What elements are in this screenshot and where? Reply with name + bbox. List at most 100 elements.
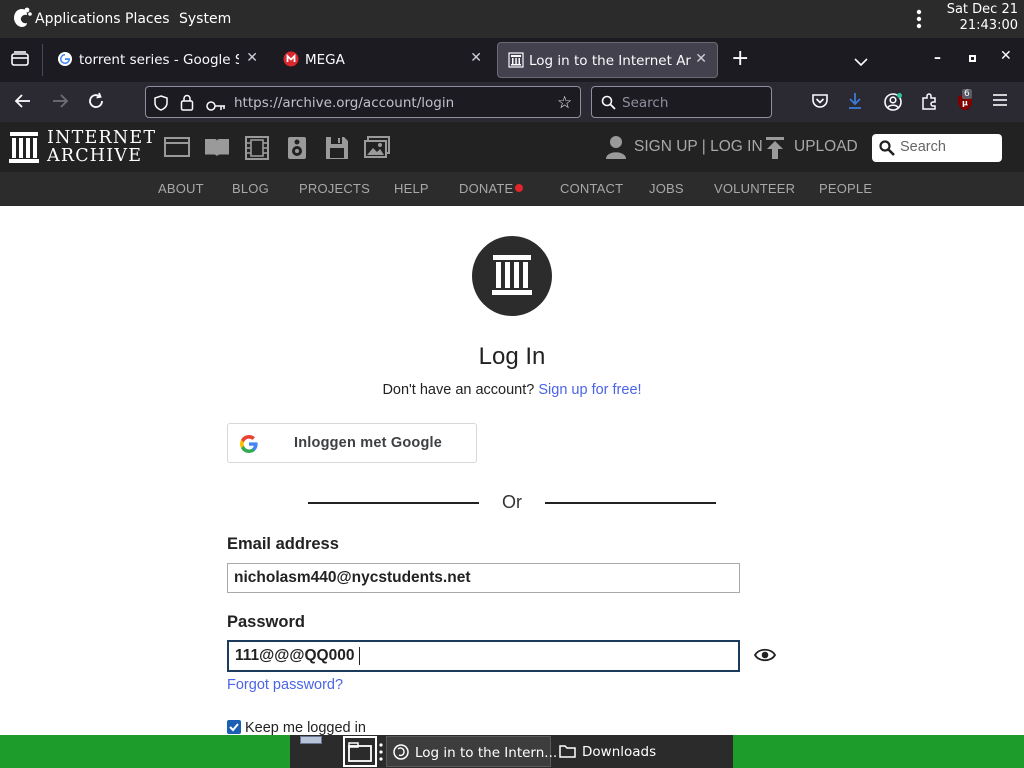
donate-heart-icon	[515, 184, 523, 192]
close-window-icon[interactable]: ✕	[1000, 48, 1012, 64]
ia-header: INTERNET ARCHIVE SIGN UP | LOG IN UPLOAD…	[0, 122, 1024, 172]
tab-title: Log in to the Internet Archiv	[529, 53, 691, 69]
minimize-icon[interactable]: –	[934, 50, 941, 66]
tab-separator	[42, 44, 43, 76]
nav-blog[interactable]: BLOG	[232, 181, 269, 196]
nav-donate[interactable]: DONATE	[459, 181, 513, 196]
software-icon[interactable]	[325, 136, 349, 164]
signup-link[interactable]: Sign up for free!	[538, 382, 641, 398]
images-icon[interactable]	[364, 136, 390, 162]
gnome-top-panel: Applications Places System Sat Dec 21 21…	[0, 0, 1024, 38]
panel-overflow-icon[interactable]	[916, 9, 922, 33]
email-field[interactable]: nicholasm440@nycstudents.net	[227, 563, 740, 593]
account-icon[interactable]	[883, 92, 903, 117]
maximize-icon[interactable]	[969, 55, 976, 62]
mega-favicon-icon	[283, 51, 299, 71]
ia-search-placeholder: Search	[900, 139, 946, 155]
password-value: 111@@@QQ000	[235, 647, 355, 664]
back-icon[interactable]	[14, 92, 32, 115]
reload-icon[interactable]	[87, 92, 105, 115]
close-tab-icon[interactable]: ✕	[470, 50, 482, 66]
upload-link[interactable]: UPLOAD	[794, 138, 858, 156]
nav-about[interactable]: ABOUT	[158, 181, 204, 196]
ia-logo-icon[interactable]	[9, 131, 39, 167]
email-label: Email address	[227, 535, 339, 553]
tab-title: torrent series - Google Sear	[79, 52, 239, 68]
task-browser-window[interactable]: Log in to the Intern...	[386, 736, 557, 767]
clock-time: 21:43:00	[959, 18, 1018, 33]
panel-clock[interactable]: Sat Dec 21 21:43:00	[947, 2, 1018, 34]
menu-system[interactable]: System	[179, 11, 231, 27]
signup-prompt: Don't have an account? Sign up for free!	[0, 382, 1024, 398]
forward-icon[interactable]	[51, 92, 69, 115]
extensions-icon[interactable]	[920, 92, 938, 115]
bookmark-star-icon[interactable]: ☆	[557, 93, 572, 113]
downloads-icon[interactable]	[847, 92, 863, 115]
nav-people[interactable]: PEOPLE	[819, 181, 872, 196]
show-password-eye-icon[interactable]	[753, 647, 777, 668]
keep-logged-in-label[interactable]: Keep me logged in	[245, 720, 366, 736]
svg-text:μ: μ	[962, 99, 968, 108]
show-desktop-icon[interactable]	[343, 736, 377, 767]
lock-icon[interactable]	[180, 94, 194, 115]
tasklist-handle-icon[interactable]	[379, 743, 383, 765]
new-tab-icon[interactable]: +	[731, 47, 749, 71]
task-downloads-window[interactable]: Downloads	[554, 736, 724, 767]
texts-icon[interactable]	[204, 136, 230, 162]
web-icon[interactable]	[164, 136, 190, 162]
list-all-tabs-icon[interactable]	[854, 52, 868, 71]
shield-icon[interactable]	[154, 95, 168, 115]
password-field[interactable]: 111@@@QQ000	[227, 640, 740, 672]
firefox-icon	[393, 744, 409, 764]
text-caret	[359, 647, 360, 665]
tab-internet-archive-login[interactable]: Log in to the Internet Archiv ✕	[497, 42, 718, 78]
key-icon[interactable]	[206, 97, 226, 116]
ia-logo-wordmark[interactable]: INTERNET ARCHIVE	[47, 129, 156, 165]
hamburger-menu-icon[interactable]	[992, 92, 1008, 112]
ia-nav-bar: ABOUT BLOG PROJECTS HELP DONATE CONTACT …	[0, 172, 1024, 206]
nav-projects[interactable]: PROJECTS	[299, 181, 370, 196]
nav-volunteer[interactable]: VOLUNTEER	[714, 181, 795, 196]
forgot-password-link[interactable]: Forgot password?	[227, 677, 343, 693]
search-icon	[879, 140, 895, 160]
nav-contact[interactable]: CONTACT	[560, 181, 623, 196]
user-icon	[606, 135, 626, 163]
clock-date: Sat Dec 21	[946, 2, 1018, 17]
pocket-icon[interactable]	[811, 92, 829, 115]
divider-left	[308, 502, 479, 504]
search-placeholder: Search	[622, 95, 669, 111]
task-list: Log in to the Intern... Downloads	[290, 735, 733, 768]
tab-google-search[interactable]: torrent series - Google Sear ✕	[48, 42, 268, 78]
browser-search-bar[interactable]: Search	[591, 86, 772, 118]
google-button-label: Inloggen met Google	[294, 435, 442, 451]
divider-right	[545, 502, 716, 504]
nav-help[interactable]: HELP	[394, 181, 429, 196]
login-heading: Log In	[478, 343, 546, 370]
audio-icon[interactable]	[287, 136, 307, 164]
menu-applications[interactable]: Applications	[35, 11, 121, 27]
url-bar[interactable]: https://archive.org/account/login ☆	[145, 86, 581, 118]
nav-jobs[interactable]: JOBS	[649, 181, 684, 196]
keep-logged-in-checkbox[interactable]	[227, 720, 241, 734]
browser-tab-strip: torrent series - Google Sear ✕ MEGA ✕ Lo…	[0, 38, 1024, 82]
close-tab-icon[interactable]: ✕	[695, 51, 707, 67]
google-signin-button[interactable]: Inloggen met Google	[227, 423, 477, 463]
upload-icon	[766, 137, 784, 163]
email-value: nicholasm440@nycstudents.net	[234, 569, 471, 586]
gnome-foot-icon[interactable]	[11, 6, 33, 34]
video-icon[interactable]	[244, 136, 270, 164]
tab-mega[interactable]: MEGA ✕	[274, 42, 492, 78]
google-favicon-icon	[57, 51, 73, 71]
ublock-count-badge: 6	[962, 89, 972, 99]
url-text: https://archive.org/account/login	[234, 95, 455, 111]
signup-login-link[interactable]: SIGN UP | LOG IN	[634, 138, 763, 156]
menu-places[interactable]: Places	[125, 11, 170, 27]
navigation-toolbar: https://archive.org/account/login ☆ Sear…	[0, 82, 1024, 122]
tab-overview-icon[interactable]	[11, 51, 29, 71]
no-account-text: Don't have an account?	[382, 382, 535, 398]
ia-logo-line2: ARCHIVE	[47, 146, 143, 166]
close-tab-icon[interactable]: ✕	[246, 50, 258, 66]
archive-favicon-icon	[508, 52, 524, 72]
workspace-switcher[interactable]	[300, 736, 322, 744]
ia-search-input[interactable]: Search	[872, 134, 1002, 162]
